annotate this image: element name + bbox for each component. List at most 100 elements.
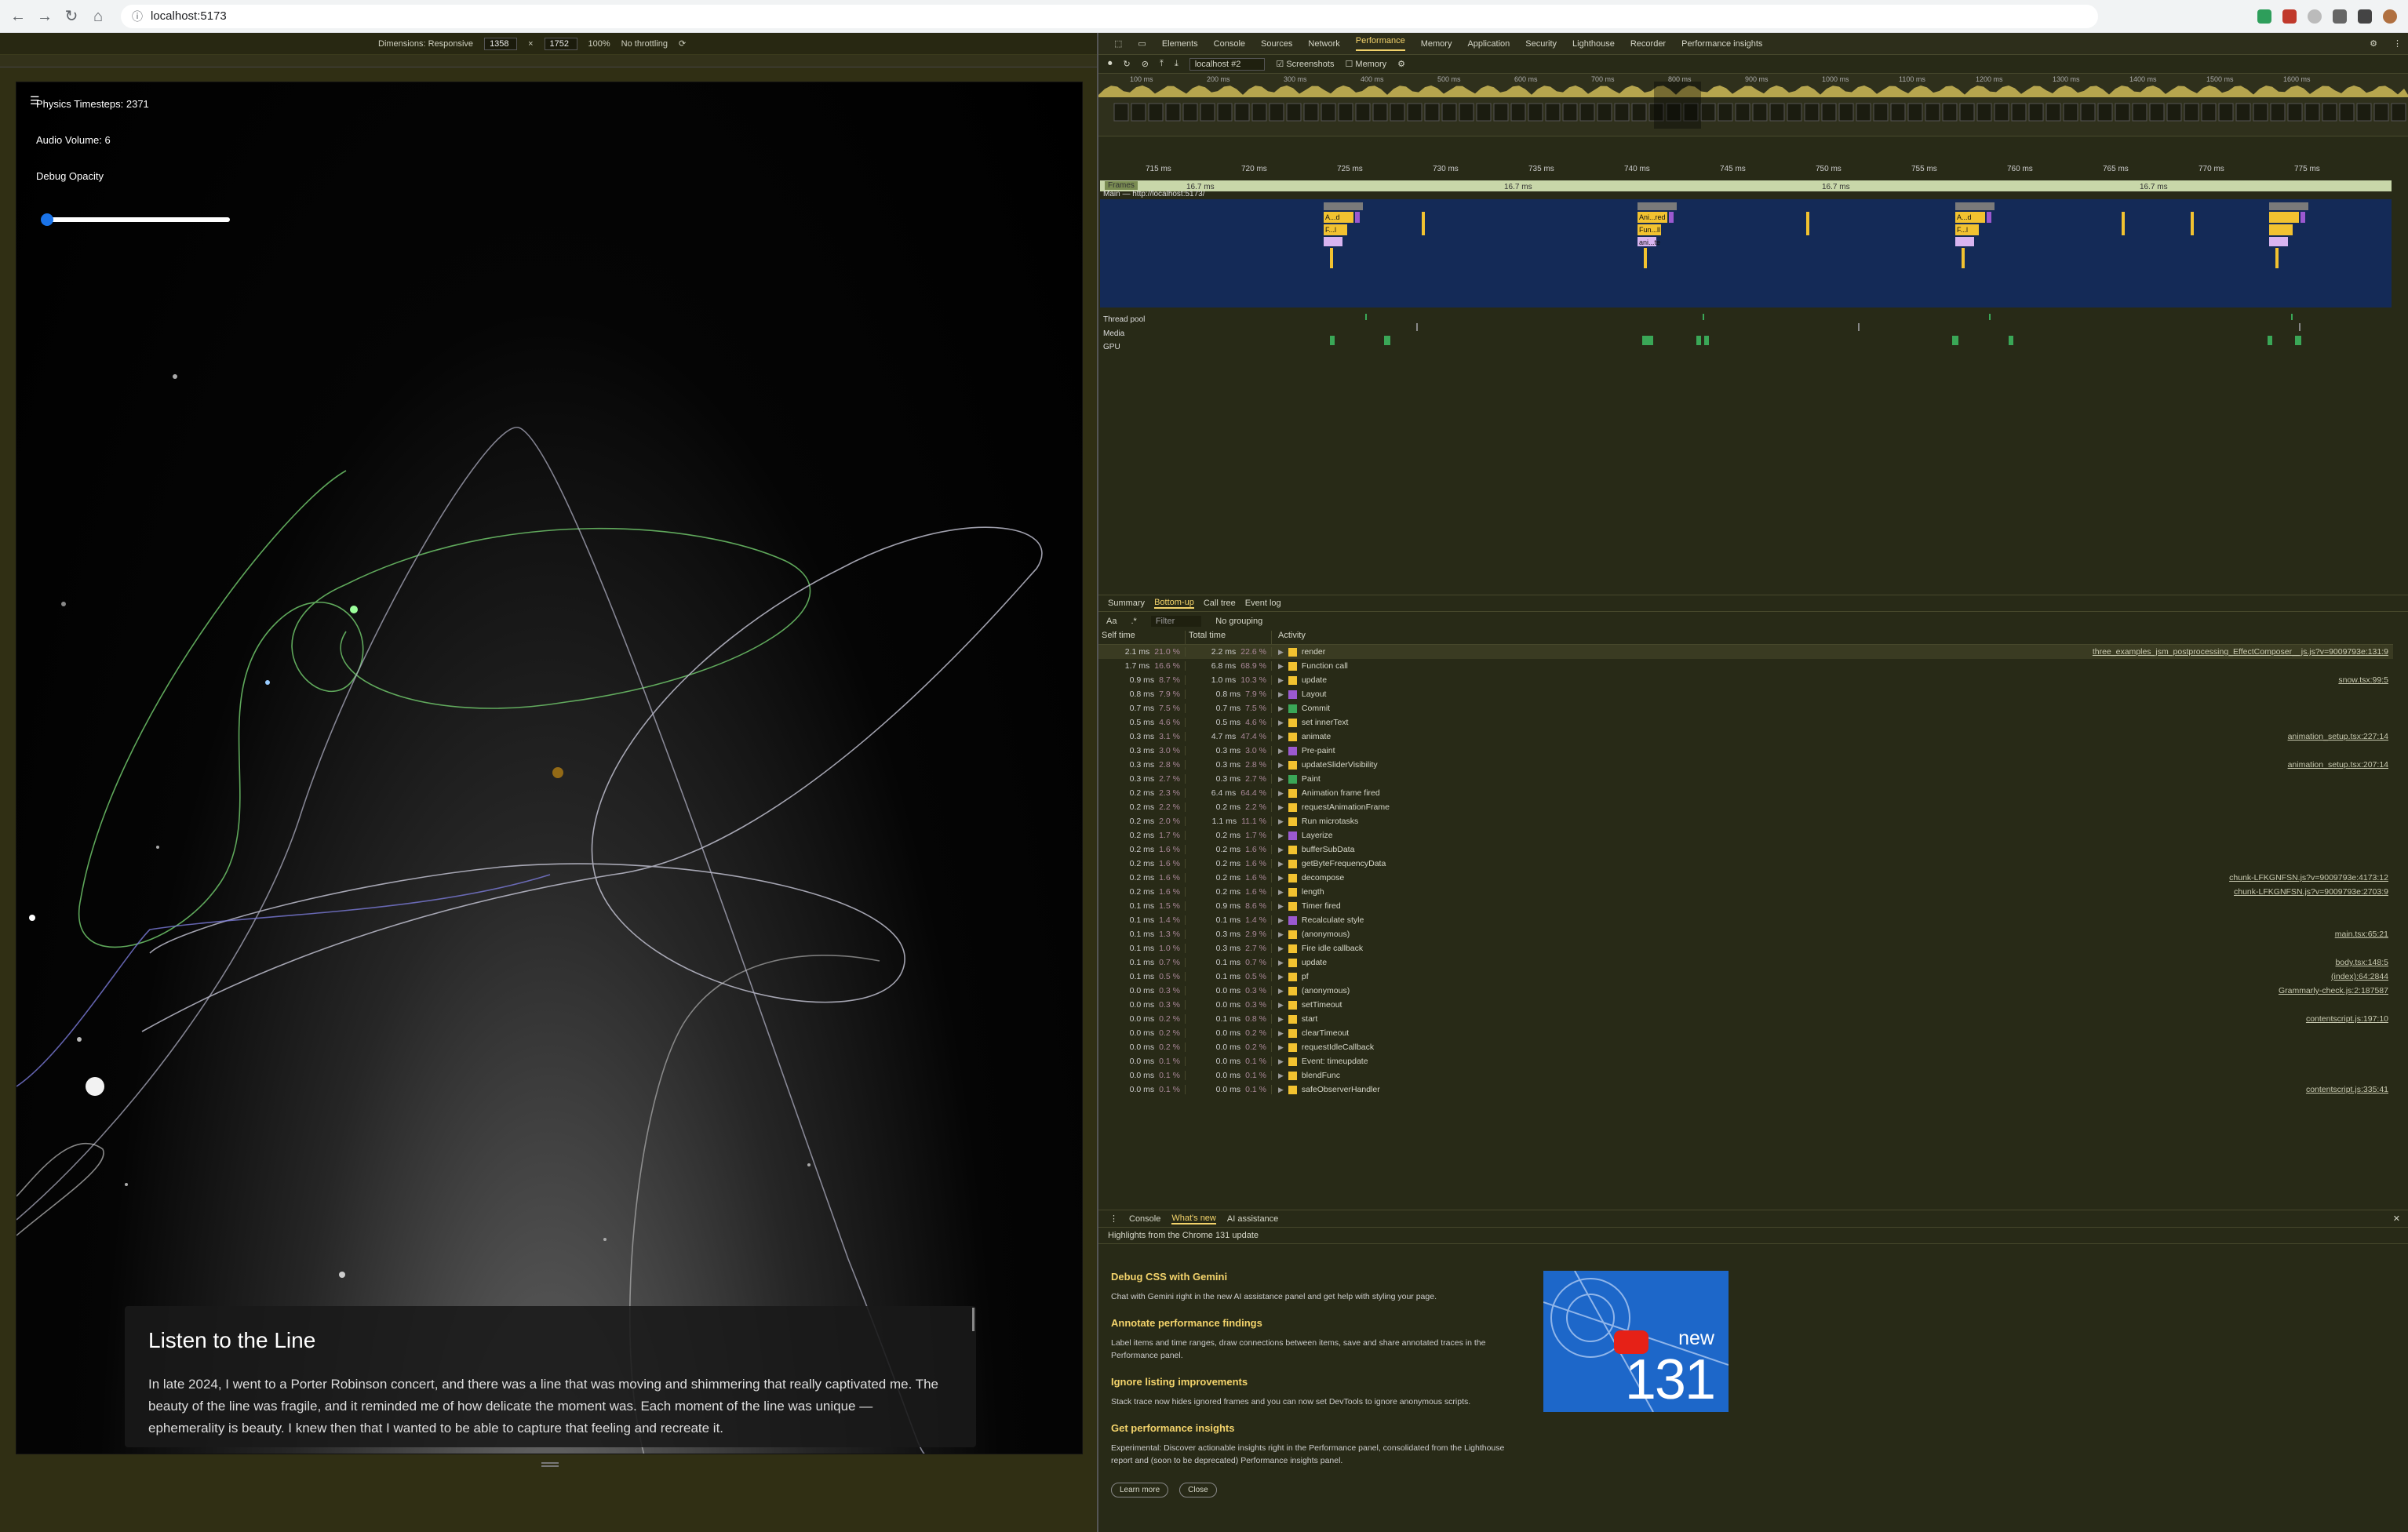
drawer-tab[interactable]: What's new [1171, 1214, 1216, 1225]
drawer-tab[interactable]: AI assistance [1227, 1214, 1278, 1224]
expand-arrow-icon[interactable]: ▶ [1278, 789, 1284, 798]
total-time-header[interactable]: Total time [1185, 631, 1271, 644]
expand-arrow-icon[interactable]: ▶ [1278, 775, 1284, 784]
timeline-overview[interactable]: 100 ms 200 ms 300 ms 400 ms 500 ms 600 ms 700 … [1098, 74, 2408, 136]
source-link[interactable]: animation_setup.tsx:207:14 [2288, 760, 2393, 770]
source-link[interactable]: chunk-LFKGNFSN.js?v=9009793e:4173:12 [2229, 873, 2393, 882]
subtab-event-log[interactable]: Event log [1245, 599, 1281, 608]
expand-arrow-icon[interactable]: ▶ [1278, 1086, 1284, 1094]
throttling-dropdown[interactable]: No throttling [621, 39, 668, 49]
source-link[interactable]: snow.tsx:99:5 [2338, 675, 2393, 685]
download-icon[interactable]: ⤓ [1175, 59, 1178, 69]
drawer-tab[interactable]: Console [1129, 1214, 1160, 1224]
slider-thumb[interactable] [40, 213, 53, 226]
scrollbar[interactable] [972, 1308, 974, 1331]
grouping-select[interactable]: No grouping [1215, 617, 1325, 626]
reload-record-icon[interactable]: ↻ [1124, 59, 1131, 69]
expand-arrow-icon[interactable]: ▶ [1278, 846, 1284, 854]
recording-select[interactable]: localhost #2 [1189, 57, 1266, 71]
close-button[interactable]: Close [1179, 1483, 1217, 1497]
subtab-bottom-up[interactable]: Bottom-up [1154, 598, 1194, 609]
site-info-icon[interactable]: ⓘ [132, 9, 143, 24]
source-link[interactable]: main.tsx:65:21 [2335, 930, 2393, 939]
settings-icon[interactable]: ⚙ [2370, 38, 2377, 49]
table-row[interactable]: 0.8 ms 7.9 % 0.8 ms 7.9 % ▶ Layout [1098, 687, 2393, 701]
expand-arrow-icon[interactable]: ▶ [1278, 1072, 1284, 1080]
debug-opacity-slider[interactable] [40, 213, 230, 226]
dimensions-dropdown[interactable]: Dimensions: Responsive [378, 39, 473, 49]
expand-arrow-icon[interactable]: ▶ [1278, 987, 1284, 995]
height-input[interactable]: 1752 [544, 37, 577, 50]
table-row[interactable]: 0.5 ms 4.6 % 0.5 ms 4.6 % ▶ set innerText [1098, 715, 2393, 730]
expand-arrow-icon[interactable]: ▶ [1278, 704, 1284, 713]
extension-icon[interactable] [2308, 9, 2322, 24]
avatar[interactable] [2383, 9, 2397, 24]
expand-arrow-icon[interactable]: ▶ [1278, 747, 1284, 755]
table-row[interactable]: 0.2 ms 2.0 % 1.1 ms 11.1 % ▶ Run microtasks [1098, 814, 2393, 828]
expand-arrow-icon[interactable]: ▶ [1278, 973, 1284, 981]
learn-more-button[interactable]: Learn more [1111, 1483, 1169, 1497]
drawer-menu-icon[interactable]: ⋮ [1109, 1214, 1118, 1224]
tab-sources[interactable]: Sources [1261, 39, 1292, 49]
app-viewport[interactable]: ☰ Physics Timesteps: 2371 Audio Volume: … [16, 82, 1083, 1454]
table-row[interactable]: 0.0 ms 0.2 % 0.0 ms 0.2 % ▶ clearTimeout [1098, 1026, 2393, 1040]
match-case-icon[interactable]: Aa [1106, 617, 1117, 626]
tab-security[interactable]: Security [1525, 39, 1557, 49]
table-row[interactable]: 0.2 ms 1.6 % 0.2 ms 1.6 % ▶ getByteFrequencyD… [1098, 857, 2393, 871]
table-row[interactable]: 0.3 ms 3.1 % 4.7 ms 47.4 % ▶ animate animation… [1098, 730, 2393, 744]
width-input[interactable]: 1358 [484, 37, 518, 50]
tab-performance-insights[interactable]: Performance insights [1681, 39, 1762, 49]
flame-entry-label[interactable]: A...d [1957, 213, 1972, 221]
source-link[interactable]: contentscript.js:197:10 [2306, 1014, 2393, 1024]
table-row[interactable]: 0.1 ms 1.5 % 0.9 ms 8.6 % ▶ Timer fired [1098, 899, 2393, 913]
screenshots-checkbox[interactable]: ☑ Screenshots [1276, 59, 1334, 69]
forward-icon[interactable]: → [36, 8, 53, 25]
back-icon[interactable]: ← [9, 8, 27, 25]
table-row[interactable]: 0.3 ms 2.8 % 0.3 ms 2.8 % ▶ updateSliderVisib… [1098, 758, 2393, 772]
table-row[interactable]: 0.1 ms 0.7 % 0.1 ms 0.7 % ▶ update body.tsx:14… [1098, 955, 2393, 970]
device-toggle-icon[interactable]: ▭ [1138, 38, 1146, 49]
source-link[interactable]: animation_setup.tsx:227:14 [2288, 732, 2393, 741]
reload-icon[interactable]: ↻ [63, 8, 80, 25]
clear-icon[interactable]: ⊘ [1142, 59, 1149, 69]
table-row[interactable]: 0.2 ms 2.3 % 6.4 ms 64.4 % ▶ Animation frame … [1098, 786, 2393, 800]
flame-entry-label[interactable]: F...l [1325, 226, 1336, 234]
performance-tracks[interactable]: 715 ms 720 ms 725 ms 730 ms 735 ms 740 ms 745 … [1098, 165, 2408, 629]
main-thread-label[interactable]: Main — http://localhost:5173/ [1103, 190, 1205, 198]
expand-arrow-icon[interactable]: ▶ [1278, 803, 1284, 812]
table-row[interactable]: 0.1 ms 1.3 % 0.3 ms 2.9 % ▶ (anonymous) main.t… [1098, 927, 2393, 941]
subtab-summary[interactable]: Summary [1108, 599, 1145, 608]
tab-lighthouse[interactable]: Lighthouse [1572, 39, 1615, 49]
table-row[interactable]: 0.0 ms 0.1 % 0.0 ms 0.1 % ▶ blendFunc [1098, 1068, 2393, 1083]
expand-arrow-icon[interactable]: ▶ [1278, 676, 1284, 685]
whats-new-heading[interactable]: Debug CSS with Gemini [1111, 1271, 2397, 1283]
filter-input[interactable]: Filter [1150, 616, 1202, 627]
table-row[interactable]: 2.1 ms 21.0 % 2.2 ms 22.6 % ▶ render three_exa… [1098, 645, 2393, 659]
table-row[interactable]: 0.0 ms 0.1 % 0.0 ms 0.1 % ▶ Event: timeupdate [1098, 1054, 2393, 1068]
expand-arrow-icon[interactable]: ▶ [1278, 733, 1284, 741]
flame-entry-label[interactable]: A...d [1325, 213, 1340, 221]
record-icon[interactable]: ⏺ [1108, 59, 1113, 69]
source-link[interactable]: Grammarly-check.js:2:187587 [2279, 986, 2393, 995]
regex-icon[interactable]: .* [1131, 617, 1136, 626]
main-flame-chart[interactable]: A...d F...l Ani...red Fun...ll ani...te A...d… [1100, 199, 2392, 307]
table-row[interactable]: 0.0 ms 0.3 % 0.0 ms 0.3 % ▶ setTimeout [1098, 998, 2393, 1012]
expand-arrow-icon[interactable]: ▶ [1278, 690, 1284, 699]
expand-arrow-icon[interactable]: ▶ [1278, 1001, 1284, 1010]
expand-arrow-icon[interactable]: ▶ [1278, 817, 1284, 826]
expand-arrow-icon[interactable]: ▶ [1278, 874, 1284, 882]
close-drawer-icon[interactable]: ✕ [2393, 1214, 2400, 1224]
expand-arrow-icon[interactable]: ▶ [1278, 930, 1284, 939]
whats-new-heading[interactable]: Get performance insights [1111, 1422, 2397, 1434]
table-row[interactable]: 0.2 ms 1.6 % 0.2 ms 1.6 % ▶ bufferSubData [1098, 842, 2393, 857]
table-row[interactable]: 0.0 ms 0.1 % 0.0 ms 0.1 % ▶ safeObserverHandl… [1098, 1083, 2393, 1097]
table-row[interactable]: 0.2 ms 1.7 % 0.2 ms 1.7 % ▶ Layerize [1098, 828, 2393, 842]
table-row[interactable]: 0.1 ms 0.5 % 0.1 ms 0.5 % ▶ pf (index):64:2844 [1098, 970, 2393, 984]
shield-icon[interactable] [2282, 9, 2297, 24]
zoom-dropdown[interactable]: 100% [588, 39, 610, 49]
puzzle-icon[interactable] [2333, 9, 2347, 24]
memory-checkbox[interactable]: ☐ Memory [1345, 59, 1386, 69]
source-link[interactable]: three_examples_jsm_postprocessing_Effect… [2093, 647, 2393, 657]
table-row[interactable]: 1.7 ms 16.6 % 6.8 ms 68.9 % ▶ Function call [1098, 659, 2393, 673]
source-link[interactable]: chunk-LFKGNFSN.js?v=9009793e:2703:9 [2234, 887, 2393, 897]
